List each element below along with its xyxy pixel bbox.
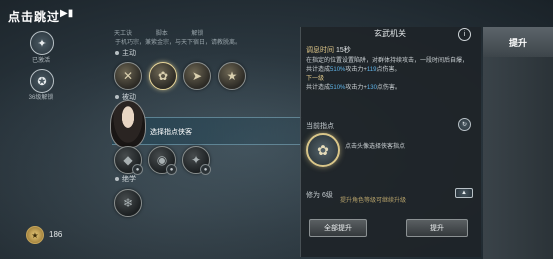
play-icon[interactable]: ▶▮ (60, 8, 73, 19)
level-hint: 提升角色等级可继续升级 (340, 198, 407, 204)
upgrade-button[interactable]: 提升 (406, 219, 468, 237)
upgrade-all-button[interactable]: 全部提升 (309, 219, 367, 237)
skill-slot-2[interactable]: ✿ (149, 62, 177, 90)
skill-intro-text: 于机巧宗，兼紫金宗，与天下宿日，请教脱离。 (115, 40, 242, 46)
passive-slot-2[interactable]: ◉ ● (148, 146, 177, 175)
expand-icon[interactable]: ▲ (455, 188, 473, 198)
skill-name: 玄武机关 (374, 29, 406, 38)
currency-count: 186 (49, 230, 63, 239)
unlock-icon[interactable]: ✪ (30, 69, 54, 93)
sidebar-item-label: 已激活 (31, 58, 50, 64)
info-icon[interactable]: i (458, 28, 471, 41)
skill-slot-3[interactable]: ➤ (183, 62, 211, 90)
lock-icon: ● (200, 164, 211, 175)
skill-slot-1[interactable]: ✕ (114, 62, 142, 90)
level-line: 修为 6级 (306, 192, 333, 199)
current-point-label: 当前指点 (306, 123, 334, 130)
refresh-icon[interactable]: ↻ (458, 118, 471, 131)
current-point-hint: 点击头像选择侠客指点 (345, 144, 406, 150)
currency-icon: ★ (26, 226, 44, 244)
ultimate-slot[interactable]: ❄ (114, 189, 142, 217)
right-tab-column (483, 27, 553, 259)
passive-slot-3[interactable]: ✦ ● (182, 146, 211, 175)
attack-route-icon[interactable]: ✦ (30, 31, 54, 55)
skill-slot-4[interactable]: ★ (218, 62, 246, 90)
companion-portrait[interactable] (110, 100, 146, 148)
cooldown-line: 调息时间 15秒 (306, 47, 351, 54)
current-point-icon[interactable]: ✿ (306, 133, 340, 167)
passive-slot-1[interactable]: ◆ ● (114, 146, 143, 175)
lock-icon: ● (166, 164, 177, 175)
tooltip-text: 选择指点侠客 (150, 129, 192, 136)
skip-button[interactable]: 点击跳过 (8, 8, 60, 25)
tab-upgrade[interactable]: 提升 (483, 27, 553, 57)
section-ultimate: 绝学 (115, 174, 136, 184)
skill-tabs: 天工诀 脚本 解锁 (114, 28, 225, 37)
sidebar-item-label: 36级解锁 (28, 95, 54, 101)
section-active: 主动 (115, 48, 136, 58)
skill-description: 在指定的位置设置陷阱，对群体持续攻击，一段时间后自爆， 共计造成510%攻击力+… (306, 58, 469, 91)
